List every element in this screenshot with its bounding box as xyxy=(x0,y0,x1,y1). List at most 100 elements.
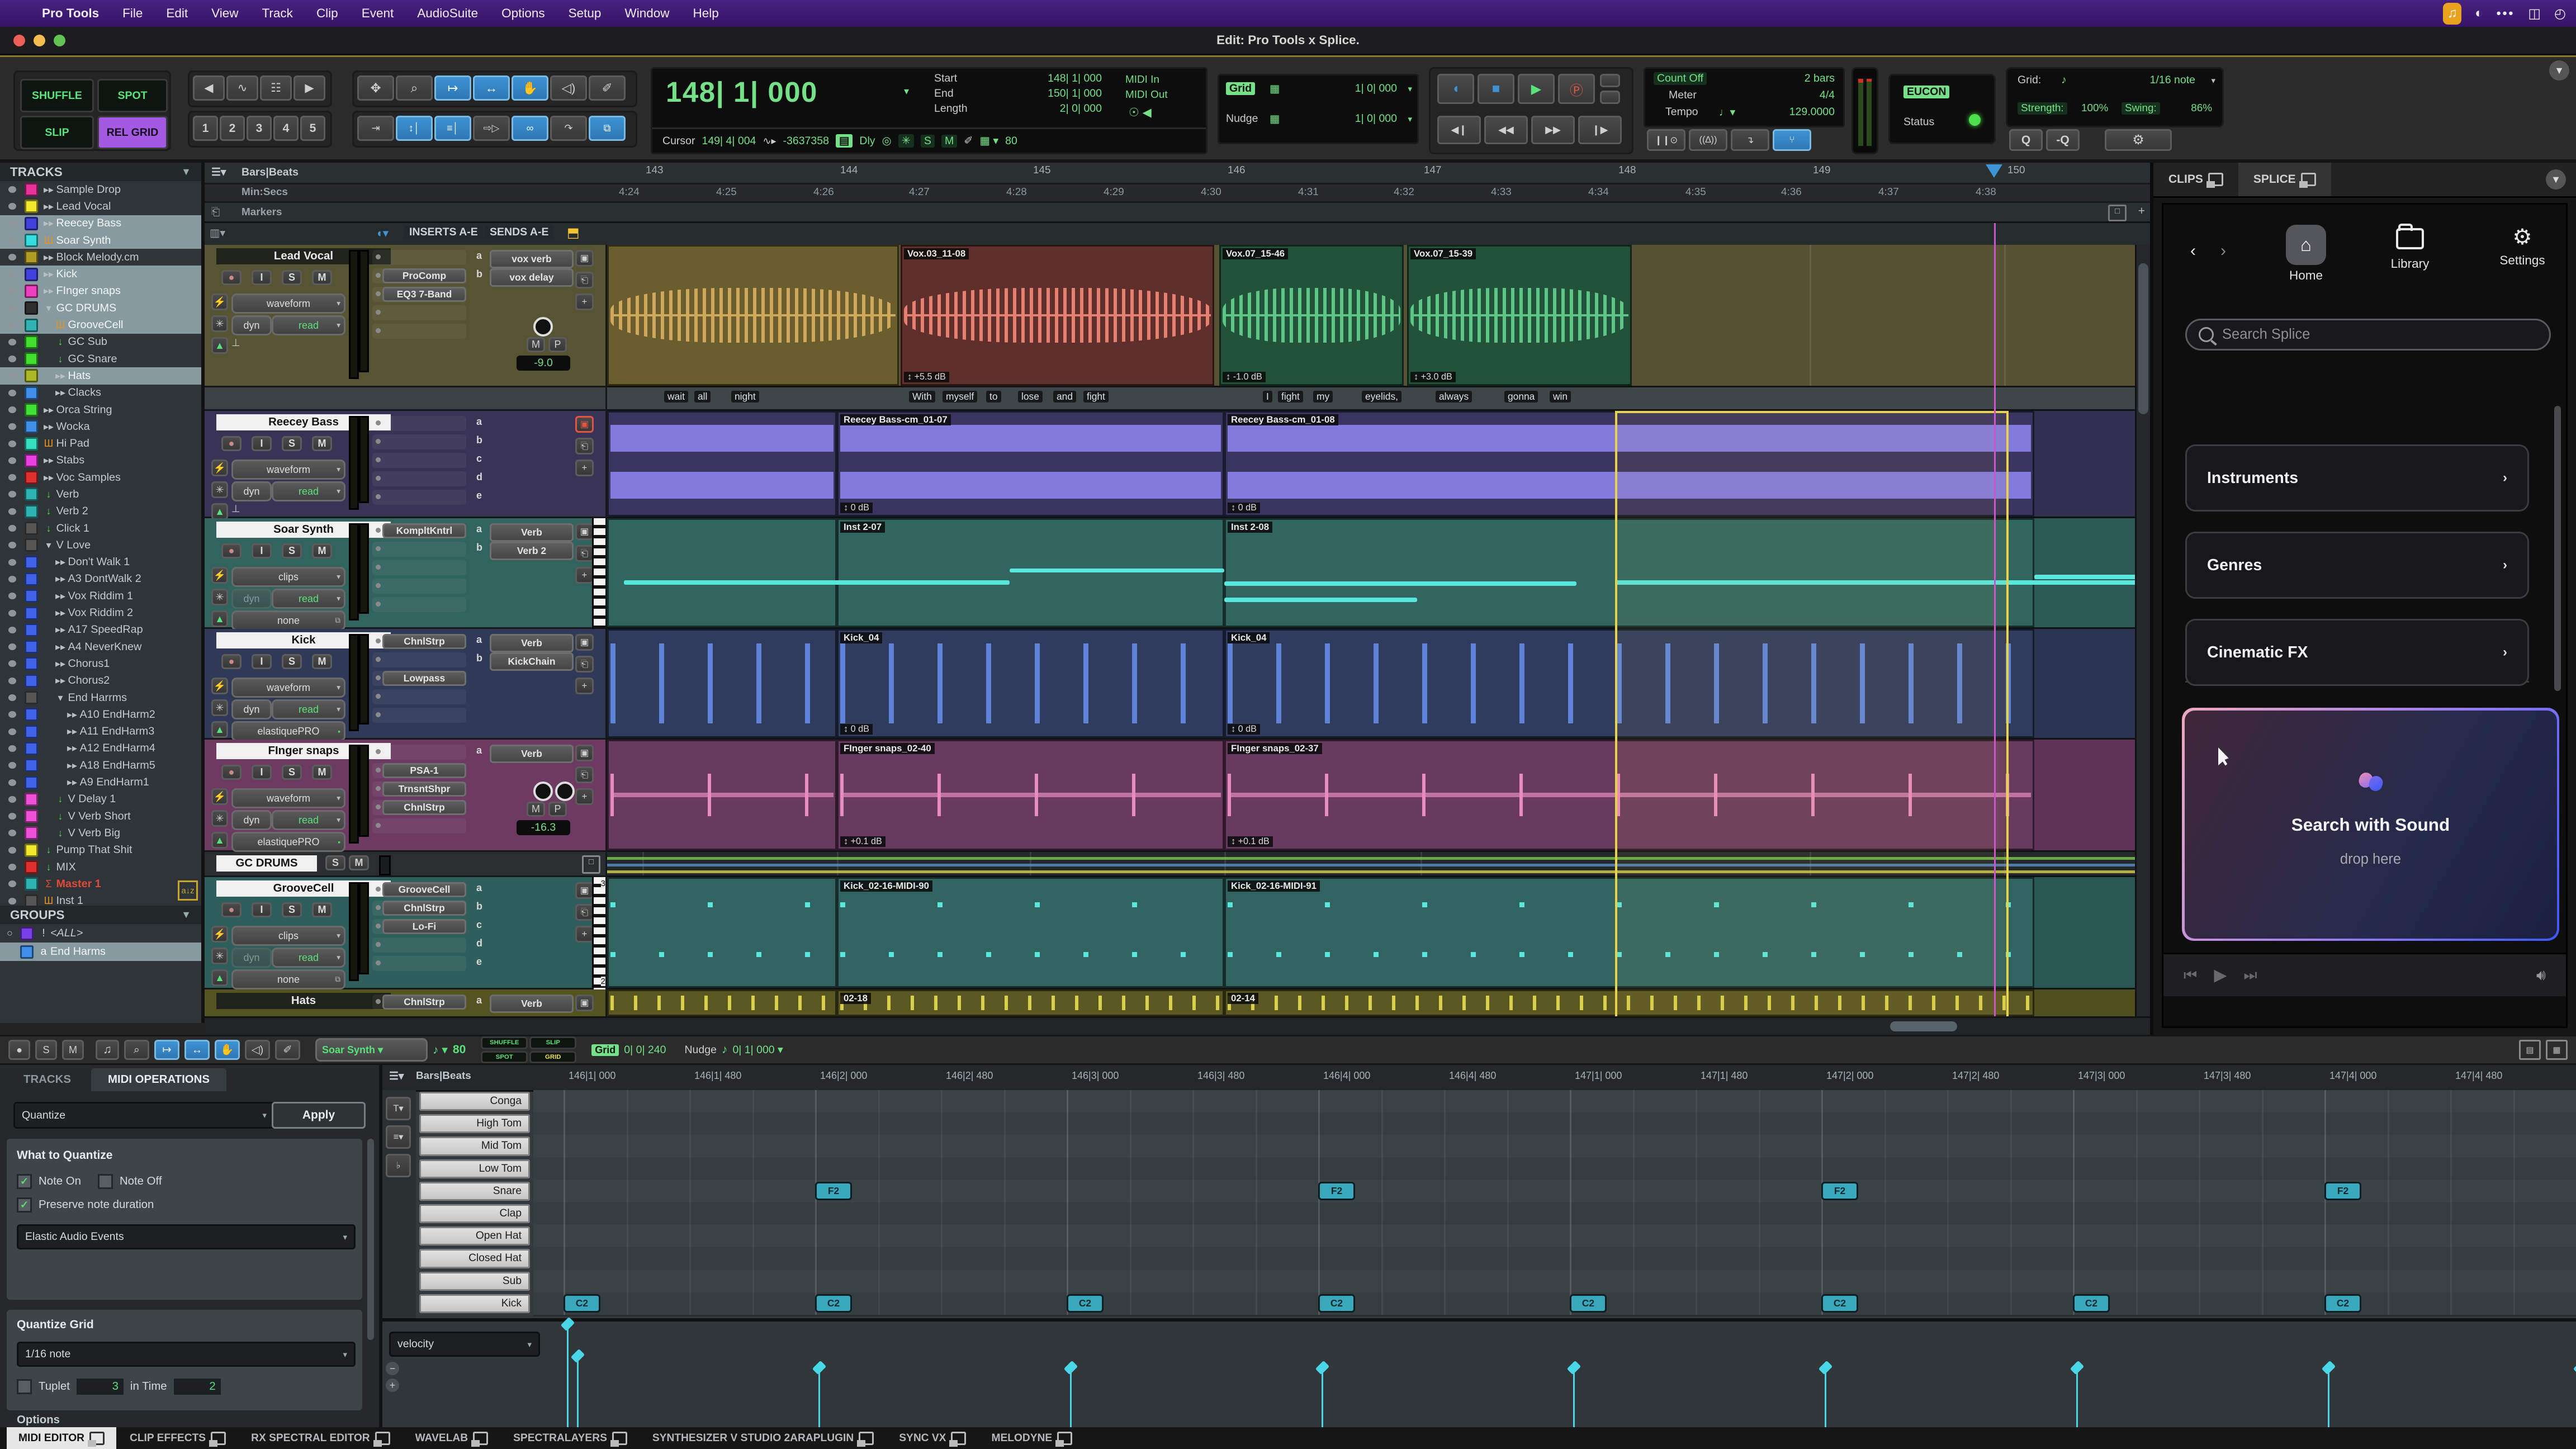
drum-lane-name[interactable]: Open Hat xyxy=(416,1225,533,1247)
lyric-word[interactable]: my xyxy=(1313,391,1333,402)
menu-item-audiosuite[interactable]: AudioSuite xyxy=(405,6,490,20)
send-pan-button[interactable]: P xyxy=(548,337,567,352)
track-color-chip[interactable] xyxy=(25,759,38,772)
midi-record-enable-button[interactable]: ● xyxy=(8,1040,30,1060)
midi-note-line[interactable] xyxy=(1224,581,1576,586)
audio-clip[interactable]: Inst 2-07 xyxy=(837,518,1224,627)
solo-button[interactable]: S xyxy=(325,855,345,870)
velocity-diamond[interactable] xyxy=(561,1317,575,1331)
track-list-item[interactable]: ▸▸FInger snaps xyxy=(0,283,201,300)
zoom-preset-5[interactable]: 5 xyxy=(300,116,325,141)
count-off-label[interactable]: Count Off xyxy=(1654,72,1707,85)
track-visibility-dot[interactable] xyxy=(8,441,16,447)
solo-button[interactable]: S xyxy=(282,436,302,451)
insertion-follows-button[interactable]: ↕│ xyxy=(396,116,433,141)
send-assignment[interactable]: Verb 2 xyxy=(490,542,574,560)
auto-scroll-button[interactable]: ↷ xyxy=(550,116,587,141)
clip-gain-label[interactable]: ↕ +0.1 dB xyxy=(1228,836,1273,847)
flat-button[interactable]: ♭ xyxy=(386,1154,411,1177)
send-assignment[interactable]: KickChain xyxy=(490,652,574,671)
insert-slot[interactable]: EQ3 7-Band xyxy=(372,287,466,302)
preserve-checkbox[interactable]: ✓ xyxy=(17,1197,32,1213)
zoom-toggle-0[interactable]: ◀ xyxy=(193,75,225,101)
track-list-item[interactable]: ↓V Delay 1 xyxy=(0,791,201,808)
bars-ruler[interactable]: ☰▾Bars|Beats143144145146147148149150 xyxy=(205,163,2150,184)
track-visibility-dot[interactable] xyxy=(8,508,16,515)
mute-button[interactable]: M xyxy=(312,902,332,917)
splice-category-genres[interactable]: Genres› xyxy=(2185,532,2529,599)
track-color-chip[interactable] xyxy=(25,471,38,484)
menu-item-window[interactable]: Window xyxy=(613,6,681,20)
grid-caret[interactable]: ▾ xyxy=(1408,84,1412,94)
link-track-button[interactable]: ⇨▷ xyxy=(473,116,510,141)
input-monitor-button[interactable]: I xyxy=(252,436,272,451)
comments-icon[interactable]: ⎗ xyxy=(575,904,594,921)
window-icon[interactable]: ▣ xyxy=(575,634,594,651)
insert-slot[interactable] xyxy=(372,250,466,265)
tab-transient-button[interactable]: ⇥ xyxy=(357,116,394,141)
note-on-checkbox[interactable]: ✓ xyxy=(17,1174,32,1189)
track-list-item[interactable]: ▸▸Kick xyxy=(0,266,201,282)
window-icon[interactable]: ▣ xyxy=(575,250,594,267)
track-visibility-dot[interactable] xyxy=(8,220,16,227)
automation-icon[interactable]: ✳ xyxy=(211,481,228,498)
fader-icon[interactable]: ⊥ xyxy=(231,503,255,520)
timebase-icon[interactable]: ▲ xyxy=(211,969,228,986)
velocity-stem[interactable] xyxy=(1825,1369,1826,1427)
track-visibility-dot[interactable] xyxy=(8,847,16,854)
audio-clip[interactable] xyxy=(607,411,837,517)
zoom-preset-2[interactable]: 2 xyxy=(220,116,245,141)
lyric-word[interactable]: I xyxy=(1263,391,1272,402)
mute-chip[interactable]: M xyxy=(941,135,957,148)
track-header-soar-synth[interactable]: Soar Synth▾●ISM⚡clips▾✳dynread▾▲none⧉Kom… xyxy=(205,518,607,629)
horizontal-scrollbar[interactable] xyxy=(205,1016,2150,1035)
track-list-item[interactable]: ШInst 1 xyxy=(0,892,201,906)
lyric-word[interactable]: to xyxy=(986,391,1001,402)
swing-value[interactable]: 86% xyxy=(2191,102,2212,115)
record-button[interactable]: ◖ xyxy=(1437,74,1474,104)
add-send-icon[interactable]: + xyxy=(575,460,594,476)
midi-selector-tool[interactable]: ↔ xyxy=(184,1040,210,1060)
horizontal-scrollbar-thumb[interactable] xyxy=(1890,1021,1957,1031)
track-list-item[interactable]: ▸▸Chorus1 xyxy=(0,655,201,672)
audio-activity-icon[interactable]: ◖▾ xyxy=(376,226,389,240)
track-view-selector[interactable]: waveform▾ xyxy=(231,460,345,480)
move-tool-button[interactable]: ✥ xyxy=(357,75,394,101)
track-list-item[interactable]: ▸▸Block Melody.cm xyxy=(0,249,201,266)
velocity-zoom-out[interactable]: − xyxy=(386,1362,399,1375)
selection-end-value[interactable]: 150| 1| 000 xyxy=(1005,87,1102,100)
velocity-diamond[interactable] xyxy=(1819,1360,1832,1374)
track-list-item[interactable]: ↓Verb xyxy=(0,486,201,503)
insert-slot[interactable] xyxy=(372,956,466,971)
track-color-chip[interactable] xyxy=(25,674,38,688)
insert-slot[interactable]: TrnsntShpr xyxy=(372,782,466,797)
midi-zoom-tool[interactable]: ⌕ xyxy=(124,1040,149,1060)
next-sample-icon[interactable]: ⏭ xyxy=(2243,967,2257,984)
splice-search-input[interactable]: Search Splice xyxy=(2185,319,2551,351)
solo-button[interactable]: S xyxy=(282,765,302,780)
track-visibility-dot[interactable] xyxy=(8,559,16,566)
track-visibility-dot[interactable] xyxy=(8,474,16,481)
track-visibility-dot[interactable] xyxy=(8,660,16,667)
grid-note-caret[interactable]: ▾ xyxy=(2211,75,2215,86)
metronome-button[interactable]: ((∆)) xyxy=(1689,129,1727,151)
lyric-word[interactable]: eyelids, xyxy=(1362,391,1401,402)
pan-knob[interactable] xyxy=(533,317,553,337)
midi-mode-slip[interactable]: SLIP xyxy=(529,1036,576,1049)
midi-note-line[interactable] xyxy=(2034,575,2147,579)
track-color-chip[interactable] xyxy=(25,640,38,654)
panel-scrollbar[interactable] xyxy=(367,1139,374,1340)
audio-clip[interactable]: Vox.03_11-08↕ +5.5 dB xyxy=(901,245,1214,386)
clock-icon[interactable]: ◴ xyxy=(2554,6,2566,22)
note-off-checkbox[interactable] xyxy=(98,1174,113,1189)
menu-extra-icon[interactable]: ◐ xyxy=(2475,6,2483,21)
audio-clip[interactable]: Reecey Bass-cm_01-07↕ 0 dB xyxy=(837,411,1224,517)
comments-icon[interactable]: ⎗ xyxy=(575,656,594,673)
audio-clip[interactable] xyxy=(607,740,837,850)
dyn-chip[interactable]: dyn xyxy=(231,481,272,501)
insert-slot[interactable] xyxy=(372,745,466,760)
insert-slot[interactable] xyxy=(372,937,466,953)
drum-lane-name[interactable]: Conga xyxy=(416,1090,533,1112)
velocity-diamond[interactable] xyxy=(1064,1360,1078,1374)
track-visibility-dot[interactable] xyxy=(8,322,16,329)
